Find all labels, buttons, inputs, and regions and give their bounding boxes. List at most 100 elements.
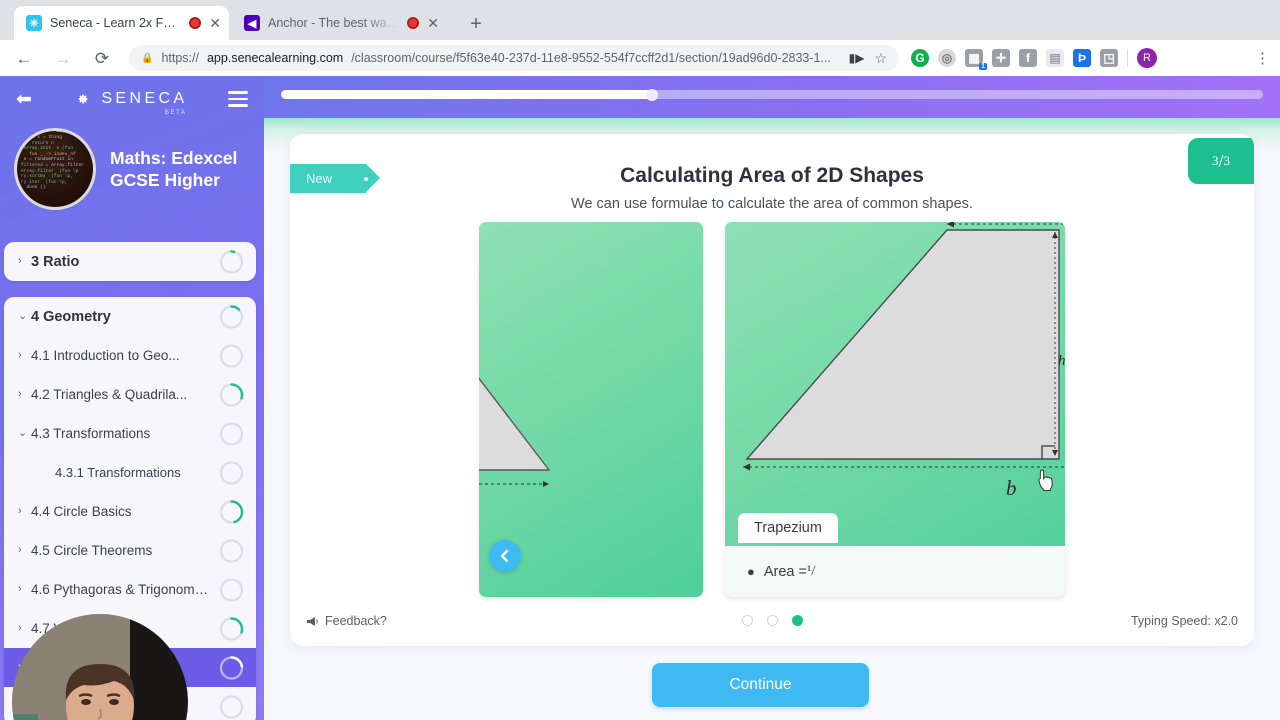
trapezium-shape-card: a h b Trapezium ● Area = ¹/ [725, 222, 1065, 597]
seneca-snowflake-icon: ✳ [26, 15, 42, 31]
sidebar-item-4-5-circle-theorems[interactable]: › 4.5 Circle Theorems [4, 531, 256, 570]
facebook-icon[interactable]: f [1019, 49, 1037, 67]
label-a: a [1036, 222, 1047, 223]
new-badge-dot-icon [364, 177, 368, 181]
sidebar-item-4-geometry[interactable]: ⌄ 4 Geometry [4, 297, 256, 336]
extension-icons: G ◎ ▦ 1 ✛ f ▤ Þ ◳ R [911, 48, 1157, 70]
progress-ring [219, 655, 244, 680]
hamburger-menu-icon[interactable] [228, 91, 248, 107]
sidebar-item-4-3-1-transformations[interactable]: 4.3.1 Transformations [4, 453, 256, 492]
label-b: b [1006, 476, 1017, 500]
address-bar[interactable]: 🔒 https:// app.senecalearning.com/classro… [129, 45, 899, 71]
previous-slide-button[interactable] [489, 540, 521, 572]
pagination-dot-2[interactable] [766, 615, 778, 626]
course-avatar: let x = thing return n Array.init n (fun… [14, 128, 96, 210]
main-content: New 3/3 Calculating Area of 2D Shapes We… [264, 76, 1280, 720]
formula-value: ¹/ [806, 563, 816, 579]
avatar-progress-ring [17, 131, 93, 207]
page-title: Calculating Area of 2D Shapes [620, 164, 924, 187]
progress-ring [219, 577, 244, 602]
back-arrow-icon[interactable]: ⬅ [16, 90, 32, 109]
chevron-left-icon [500, 549, 509, 563]
sidebar-item-4-4-circle-basics[interactable]: › 4.4 Circle Basics [4, 492, 256, 531]
lesson-progress-bar[interactable] [281, 88, 1263, 101]
browser-tab-seneca[interactable]: ✳ Seneca - Learn 2x Faster ✕ [14, 6, 229, 40]
reload-button[interactable]: ⟳ [87, 43, 117, 73]
profile-avatar[interactable]: R [1137, 48, 1157, 68]
new-tab-button[interactable]: + [462, 10, 490, 38]
back-button[interactable]: ← [9, 43, 39, 73]
card-footer: Feedback? Typing Speed: x2.0 [290, 602, 1254, 646]
kebab-menu-icon[interactable]: ⋮ [1255, 51, 1270, 66]
seneca-logo[interactable]: SENECA BETA [42, 88, 218, 117]
tab-title: Anchor - The best way to m [268, 16, 399, 30]
sidebar-item-label: 4.3 Transformations [31, 426, 151, 441]
pagination-dot-1[interactable] [741, 615, 753, 626]
triangle-diagram [479, 377, 551, 487]
url-host: app.senecalearning.com [206, 51, 344, 65]
sidebar-item-4-3-transformations[interactable]: ⌄ 4.3 Transformations [4, 414, 256, 453]
sidebar-section-card: › 3 Ratio [4, 242, 256, 281]
seneca-app: ⬅ SENECA BETA let x = thing return n Arr… [0, 76, 1280, 720]
tab-close-icon[interactable]: ✕ [427, 16, 439, 30]
chevron-icon: › [18, 505, 22, 517]
browser-tab-anchor[interactable]: ◀ Anchor - The best way to m ✕ [232, 6, 447, 40]
browser-tabstrip: ✳ Seneca - Learn 2x Faster ✕ ◀ Anchor - … [0, 0, 1280, 40]
label-h: h [1058, 353, 1065, 369]
progress-ring [219, 343, 244, 368]
chevron-icon: ⌄ [18, 310, 28, 322]
clipboard-icon[interactable]: ▤ [1046, 49, 1064, 67]
sidebar-item-4-6-pythagoras-trigonometri[interactable]: › 4.6 Pythagoras & Trigonometri... [4, 570, 256, 609]
lesson-progress-fill [281, 88, 659, 101]
slide-pagination[interactable] [290, 615, 1254, 626]
screencastify-badge: 1 [979, 63, 987, 70]
progress-ring [219, 304, 244, 329]
camera-icon[interactable]: ◳ [1100, 49, 1118, 67]
pocket-icon[interactable]: Þ [1073, 49, 1091, 67]
screencastify-icon[interactable]: ▦ 1 [965, 49, 987, 70]
progress-ring [219, 616, 244, 641]
url-scheme: https:// [161, 51, 199, 65]
star-icon[interactable]: ☆ [874, 50, 887, 67]
typing-speed-label[interactable]: Typing Speed: x2.0 [1131, 614, 1238, 628]
sidebar-item-4-2-triangles-quadrila[interactable]: › 4.2 Triangles & Quadrila... [4, 375, 256, 414]
tab-title: Seneca - Learn 2x Faster [50, 16, 182, 30]
sidebar-item-label: 4.3.1 Transformations [55, 465, 181, 480]
seneca-logo-text: SENECA BETA [101, 90, 188, 117]
shape-carousel: a h b Trapezium ● Area = ¹/ [290, 222, 1254, 602]
chevron-icon: › [18, 255, 22, 267]
tab-recording-indicator-icon [189, 17, 202, 29]
sidebar-item-4-1-introduction-to-geo[interactable]: › 4.1 Introduction to Geo... [4, 336, 256, 375]
logo-beta-label: BETA [164, 110, 187, 116]
plug-icon[interactable]: ✛ [992, 49, 1010, 67]
spiral-icon[interactable]: ◎ [938, 49, 956, 67]
lesson-progress-knob[interactable] [646, 88, 659, 101]
course-title: Maths: Edexcel GCSE Higher [110, 147, 238, 190]
logo-word: SENECA [101, 90, 188, 107]
browser-chrome: ✳ Seneca - Learn 2x Faster ✕ ◀ Anchor - … [0, 0, 1280, 76]
sidebar-item-3-ratio[interactable]: › 3 Ratio [4, 242, 256, 281]
video-camera-icon[interactable]: ▮▶ [849, 51, 865, 65]
progress-ring [219, 694, 244, 719]
chevron-icon: › [18, 583, 22, 595]
toolbar-divider [1127, 49, 1128, 67]
browser-toolbar: ← → ⟳ 🔒 https:// app.senecalearning.com/c… [0, 40, 1280, 76]
forward-button[interactable]: → [48, 43, 78, 73]
tab-close-icon[interactable]: ✕ [209, 16, 221, 30]
sidebar-top-bar: ⬅ SENECA BETA [0, 76, 264, 122]
course-header: let x = thing return n Array.init n (fun… [0, 122, 264, 224]
chevron-icon: › [18, 544, 22, 556]
chevron-icon: › [18, 349, 22, 361]
shape-name-tab: Trapezium [738, 513, 838, 543]
grammarly-icon[interactable]: G [911, 49, 929, 67]
sidebar-item-label: 4.6 Pythagoras & Trigonometri... [31, 582, 214, 597]
sidebar-item-label: 3 Ratio [31, 253, 80, 270]
sidebar-item-label: 4.1 Introduction to Geo... [31, 348, 180, 363]
triangle-shape-card [479, 222, 703, 597]
pagination-dot-3[interactable] [791, 615, 803, 626]
seneca-star-icon [72, 88, 94, 110]
continue-button[interactable]: Continue [652, 663, 869, 707]
progress-ring [219, 382, 244, 407]
shape-formula-row: ● Area = ¹/ [725, 546, 1065, 597]
main-header [264, 76, 1280, 118]
